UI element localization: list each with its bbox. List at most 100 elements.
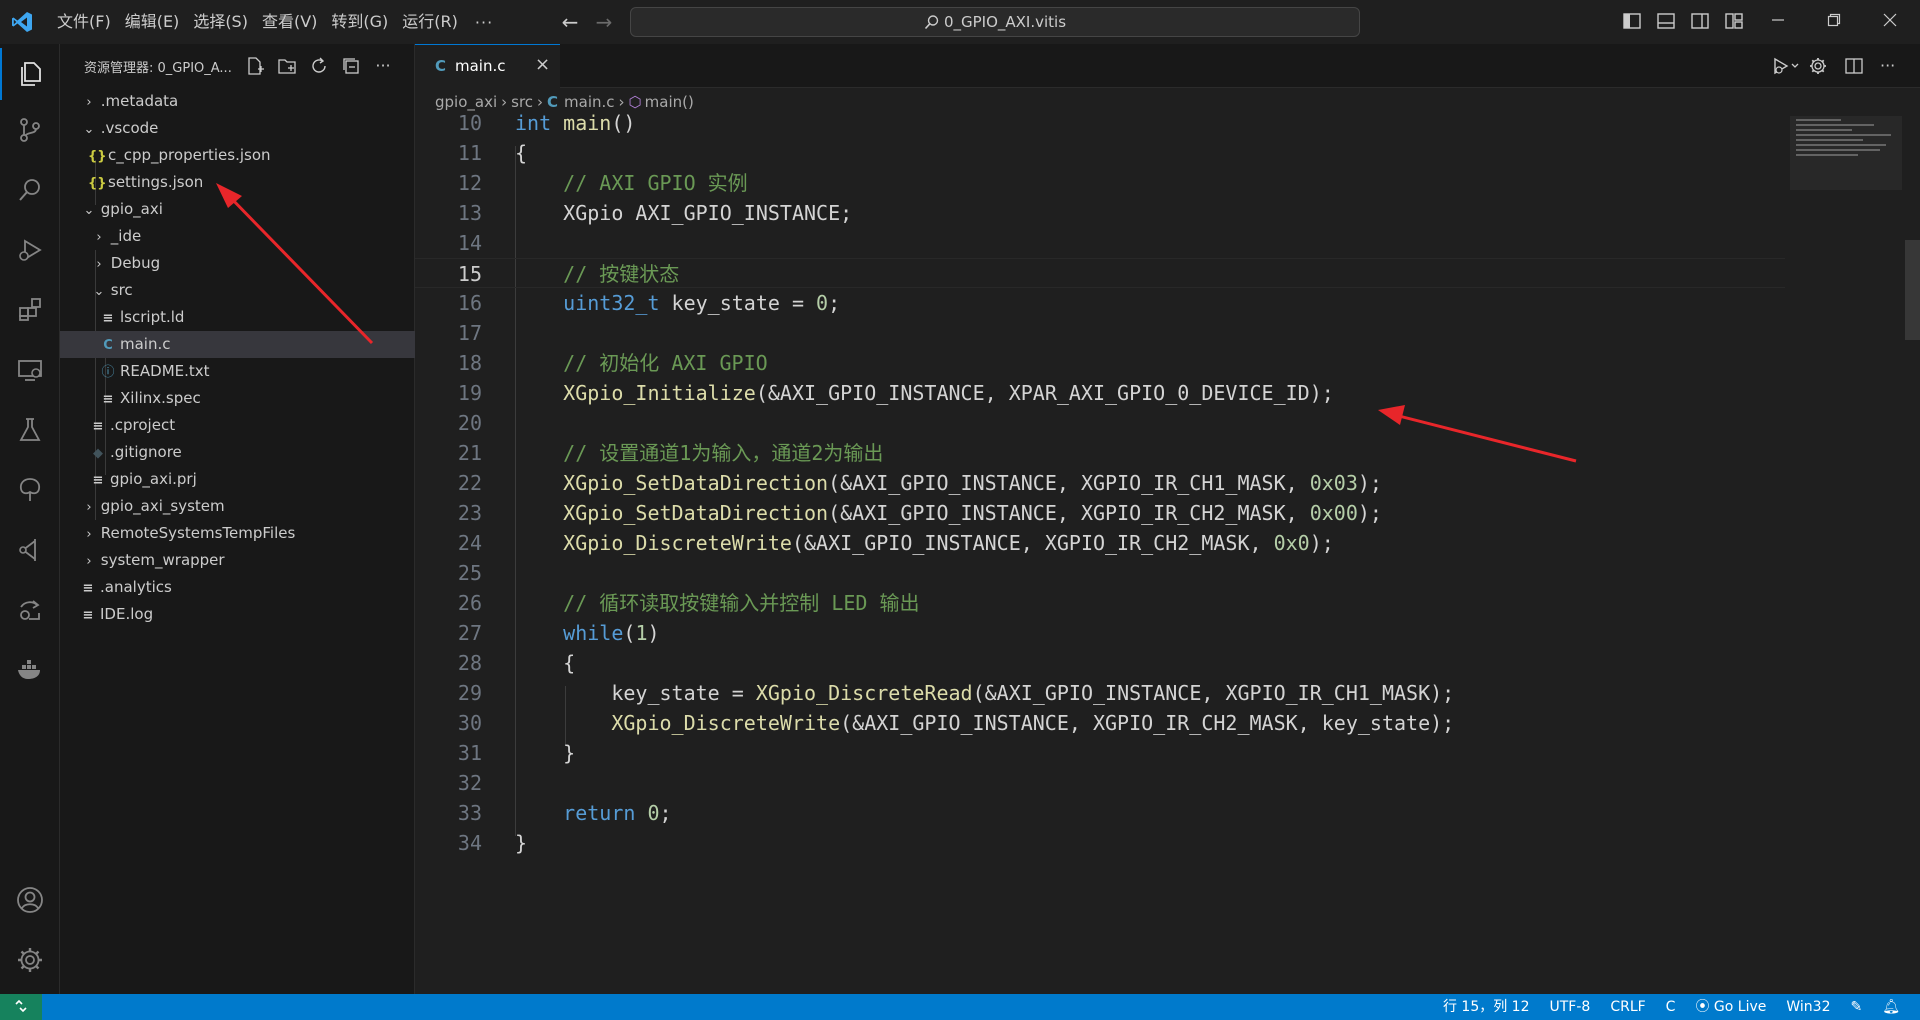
code-line[interactable]: 15 // 按键状态 (415, 258, 1785, 288)
code-line[interactable]: 30 XGpio_DiscreteWrite(&AXI_GPIO_INSTANC… (415, 708, 1785, 738)
restore-icon[interactable] (1806, 0, 1862, 44)
back-arrow-icon[interactable]: ← (558, 10, 582, 34)
accounts-icon[interactable] (0, 874, 60, 926)
toggle-secondary-sidebar-icon[interactable] (1690, 11, 1710, 31)
code-line[interactable]: 26 // 循环读取按键输入并控制 LED 输出 (415, 588, 1785, 618)
menu-file[interactable]: 文件(F) (50, 7, 118, 37)
docker-icon[interactable] (0, 644, 60, 696)
code-line[interactable]: 28 { (415, 648, 1785, 678)
toggle-primary-sidebar-icon[interactable] (1622, 11, 1642, 31)
code-line[interactable]: 18 // 初始化 AXI GPIO (415, 348, 1785, 378)
search-view-icon[interactable] (0, 164, 60, 216)
tree-folder-vscode[interactable]: ⌄ .vscode (60, 115, 436, 142)
code-line[interactable]: 16 uint32_t key_state = 0; (415, 288, 1785, 318)
tree-folder-gpio-axi[interactable]: ⌄ gpio_axi (60, 196, 436, 223)
tree-file-c-cpp-properties[interactable]: {}c_cpp_properties.json (60, 142, 442, 169)
live-share-icon[interactable] (0, 584, 60, 636)
tree-file-main-c[interactable]: Cmain.c (60, 331, 454, 358)
tree-folder-ide[interactable]: › _ide (60, 223, 446, 250)
code-line[interactable]: 34} (415, 828, 1785, 858)
close-window-icon[interactable] (1862, 0, 1918, 44)
refresh-icon[interactable] (309, 56, 329, 76)
tree-folder-debug[interactable]: › Debug (60, 250, 446, 277)
tree-label: main.c (120, 335, 171, 353)
new-folder-icon[interactable] (277, 56, 297, 76)
code-line[interactable]: 23 XGpio_SetDataDirection(&AXI_GPIO_INST… (415, 498, 1785, 528)
code-line[interactable]: 19 XGpio_Initialize(&AXI_GPIO_INSTANCE, … (415, 378, 1785, 408)
code-line[interactable]: 11 { (415, 138, 1785, 168)
feedback-icon[interactable]: ✎ (1840, 994, 1872, 1020)
tree-folder-system-wrapper[interactable]: › system_wrapper (60, 547, 436, 574)
collapse-all-icon[interactable] (341, 56, 361, 76)
tree-folder-src[interactable]: ⌄ src (60, 277, 446, 304)
run-code-icon[interactable] (1772, 56, 1799, 76)
menu-view[interactable]: 查看(V) (255, 7, 324, 37)
minimize-icon[interactable] (1750, 0, 1806, 44)
run-debug-icon[interactable] (0, 224, 60, 276)
tree-file-settings-json[interactable]: {}settings.json (60, 169, 442, 196)
new-file-icon[interactable] (245, 56, 265, 76)
tree-file-ide-log[interactable]: ≡ IDE.log (60, 601, 434, 628)
source-control-icon[interactable] (0, 104, 60, 156)
tree-folder-gpio-axi-system[interactable]: › gpio_axi_system (60, 493, 436, 520)
code-line[interactable]: 21 // 设置通道1为输入，通道2为输出 (415, 438, 1785, 468)
tree-file-cproject[interactable]: ≡ .cproject (60, 412, 444, 439)
status-encoding[interactable]: UTF-8 (1540, 994, 1601, 1020)
code-line[interactable]: 33 return 0; (415, 798, 1785, 828)
more-actions-icon[interactable]: ··· (1880, 56, 1900, 76)
code-line[interactable]: 32 (415, 768, 1785, 798)
code-line[interactable]: 17 (415, 318, 1785, 348)
git-graph-icon[interactable] (0, 524, 60, 576)
vitis-flow-icon[interactable] (0, 464, 60, 516)
settings-gear-icon[interactable] (1808, 56, 1828, 76)
menu-more-icon[interactable]: ··· (465, 13, 503, 32)
code-line[interactable]: 27 while(1) (415, 618, 1785, 648)
menu-selection[interactable]: 选择(S) (186, 7, 255, 37)
forward-arrow-icon[interactable]: → (592, 10, 616, 34)
code-line[interactable]: 25 (415, 558, 1785, 588)
code-line[interactable]: 12 // AXI GPIO 实例 (415, 168, 1785, 198)
status-cursor-position[interactable]: 行 15，列 12 (1433, 994, 1540, 1020)
menu-edit[interactable]: 编辑(E) (118, 7, 187, 37)
split-editor-icon[interactable] (1844, 56, 1864, 76)
more-actions-icon[interactable]: ··· (373, 56, 393, 76)
toggle-panel-icon[interactable] (1656, 11, 1676, 31)
remote-indicator-icon[interactable] (0, 994, 42, 1020)
tree-folder-remote-systems[interactable]: › RemoteSystemsTempFiles (60, 520, 436, 547)
extensions-icon[interactable] (0, 284, 60, 336)
tree-file-analytics[interactable]: ≡ .analytics (60, 574, 434, 601)
code-editor[interactable]: 10 int main() 11{12 // AXI GPIO 实例 13 XGpio… (415, 111, 1920, 994)
code-line[interactable]: 14 (415, 228, 1785, 258)
menu-run[interactable]: 运行(R) (395, 7, 465, 37)
remote-explorer-icon[interactable] (0, 344, 60, 396)
tree-file-readme[interactable]: ⓘ README.txt (60, 358, 454, 385)
notifications-bell-icon[interactable]: 🔔︎ (1872, 994, 1910, 1020)
tree-file-lscript[interactable]: ≡ lscript.ld (60, 304, 454, 331)
tree-label: .analytics (100, 578, 172, 596)
status-go-live[interactable]: ⦿ Go Live (1685, 994, 1776, 1020)
explorer-icon[interactable] (0, 48, 60, 100)
code-line[interactable]: 13 XGpio AXI_GPIO_INSTANCE; (415, 198, 1785, 228)
tree-file-gitignore[interactable]: ◆ .gitignore (60, 439, 444, 466)
code-line[interactable]: 20 (415, 408, 1785, 438)
tree-file-gpio-axi-prj[interactable]: ≡ gpio_axi.prj (60, 466, 444, 493)
minimap[interactable] (1790, 116, 1902, 190)
status-platform[interactable]: Win32 (1776, 994, 1840, 1020)
scrollbar-thumb[interactable] (1905, 240, 1920, 340)
tab-main-c[interactable]: C main.c × (415, 44, 560, 88)
status-language[interactable]: C (1656, 994, 1686, 1020)
testing-icon[interactable] (0, 404, 60, 456)
code-line[interactable]: 29 key_state = XGpio_DiscreteRead(&AXI_G… (415, 678, 1785, 708)
tab-close-icon[interactable]: × (535, 54, 550, 75)
manage-gear-icon[interactable] (0, 934, 60, 986)
code-line[interactable]: 24 XGpio_DiscreteWrite(&AXI_GPIO_INSTANC… (415, 528, 1785, 558)
tree-file-xilinx-spec[interactable]: ≡ Xilinx.spec (60, 385, 454, 412)
tree-folder-metadata[interactable]: › .metadata (60, 88, 436, 115)
command-center-search[interactable]: 0_GPIO_AXI.vitis (630, 7, 1360, 37)
code-line[interactable]: 31 } (415, 738, 1785, 768)
code-line[interactable]: 22 XGpio_SetDataDirection(&AXI_GPIO_INST… (415, 468, 1785, 498)
customize-layout-icon[interactable] (1724, 11, 1744, 31)
code-line[interactable]: 10 int main() (415, 108, 1785, 138)
status-eol[interactable]: CRLF (1600, 994, 1655, 1020)
menu-go[interactable]: 转到(G) (324, 7, 395, 37)
